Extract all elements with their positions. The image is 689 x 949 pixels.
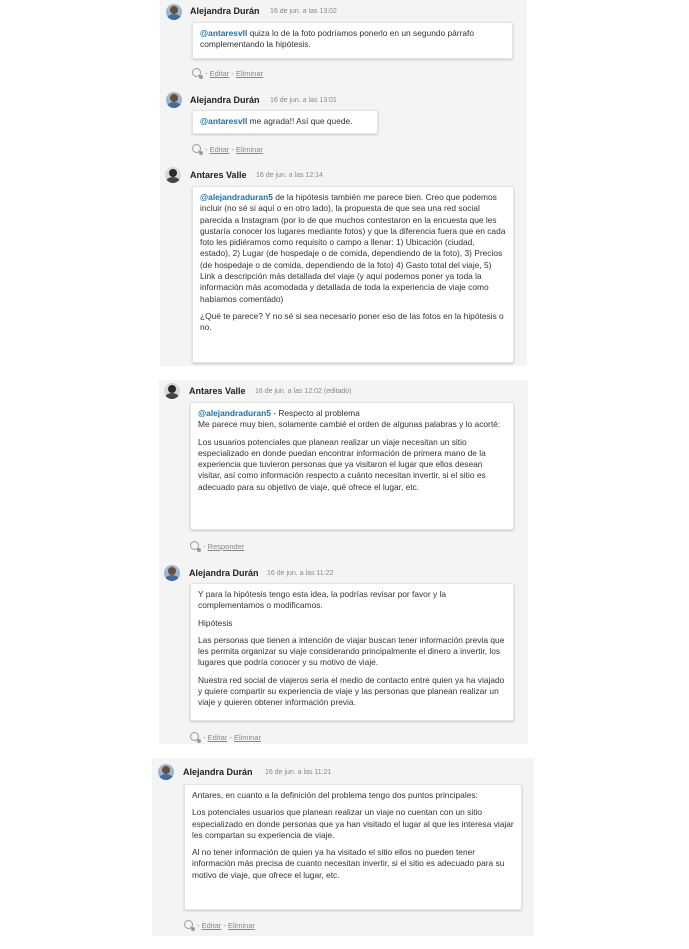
comment-paragraph: Hipótesis	[198, 617, 233, 628]
comment-timestamp[interactable]: 16 de jun. a las 13:01	[270, 97, 337, 104]
edit-link[interactable]: Editar	[208, 733, 228, 742]
comment-author[interactable]: Alejandra Durán	[190, 6, 260, 16]
comment-author[interactable]: Alejandra Durán	[183, 767, 253, 777]
avatar[interactable]	[158, 764, 174, 780]
comment-actions: - Editar - Eliminar	[184, 920, 255, 931]
comment-paragraph: Los usuarios potenciales que planean rea…	[198, 436, 486, 492]
separator: -	[229, 145, 236, 154]
user-mention[interactable]: @antaresvll	[200, 116, 247, 126]
comment-actions: - Editar - Eliminar	[192, 144, 263, 155]
add-reaction-icon[interactable]	[192, 144, 203, 155]
edit-link[interactable]: Editar	[210, 145, 230, 154]
separator: -	[203, 69, 210, 78]
comment-paragraph: Los potenciales usuarios que planean rea…	[192, 807, 514, 840]
comment-body: @alejandraduran5 - Respecto al problema …	[190, 402, 514, 530]
comment-actions: - Responder	[190, 541, 245, 552]
user-mention[interactable]: @alejandraduran5	[200, 192, 273, 202]
comment-text: de la hipótesis también me parece bien. …	[200, 192, 506, 304]
comment-paragraph: @antaresvll me agrada!! Así que quede.	[200, 116, 370, 127]
comment-body: @antaresvll quiza lo de la foto podríamo…	[192, 22, 513, 59]
avatar[interactable]	[165, 167, 181, 183]
separator: -	[227, 733, 234, 742]
add-reaction-icon[interactable]	[190, 541, 201, 552]
add-reaction-icon[interactable]	[192, 68, 203, 79]
comment-paragraph: Al no tener información de quien ya ha v…	[192, 847, 505, 880]
delete-link[interactable]: Eliminar	[228, 921, 255, 930]
add-reaction-icon[interactable]	[184, 920, 195, 931]
separator: -	[221, 921, 228, 930]
delete-link[interactable]: Eliminar	[236, 145, 263, 154]
delete-link[interactable]: Eliminar	[234, 733, 261, 742]
comment-paragraph: @antaresvll quiza lo de la foto podríamo…	[200, 28, 505, 51]
comment-paragraph: Nuestra red social de viajeros seria el …	[198, 674, 505, 708]
comment-body: Y para la hipótesis tengo esta idea, la …	[190, 583, 514, 721]
comment-author[interactable]: Alejandra Durán	[189, 568, 259, 578]
separator: -	[201, 733, 208, 742]
comment-body: @antaresvll me agrada!! Así que quede.	[192, 110, 378, 134]
separator: -	[201, 542, 208, 551]
avatar[interactable]	[164, 565, 180, 581]
separator: -	[203, 145, 210, 154]
comment-paragraph: @alejandraduran5 - Respecto al problema …	[198, 408, 506, 431]
comment-author[interactable]: Antares Valle	[190, 170, 247, 180]
comment-timestamp[interactable]: 16 de jun. a las 11:21	[265, 769, 331, 776]
comment-author[interactable]: Antares Valle	[189, 386, 246, 396]
comment-text: me agrada!! Así que quede.	[247, 116, 353, 126]
comment-paragraph: Antares, en cuanto a la definición del p…	[192, 790, 478, 800]
avatar[interactable]	[164, 383, 180, 399]
comment-paragraph: Y para la hipótesis tengo esta idea, la …	[198, 589, 446, 611]
reply-link[interactable]: Responder	[208, 542, 245, 551]
separator: -	[195, 921, 202, 930]
comment-paragraph: Las personas que tienen a intención de v…	[198, 634, 505, 668]
user-mention[interactable]: @alejandraduran5	[198, 408, 271, 418]
comment-timestamp[interactable]: 16 de jun. a las 13:02	[270, 8, 337, 15]
comment-paragraph: @alejandraduran5 de la hipótesis también…	[200, 192, 506, 305]
user-mention[interactable]: @antaresvll	[200, 28, 247, 38]
delete-link[interactable]: Eliminar	[236, 69, 263, 78]
add-reaction-icon[interactable]	[190, 732, 201, 743]
comment-actions: - Editar - Eliminar	[192, 68, 263, 79]
comment-actions: - Editar - Eliminar	[190, 732, 261, 743]
edit-link[interactable]: Editar	[210, 69, 230, 78]
avatar[interactable]	[166, 4, 182, 20]
comment-body: Antares, en cuanto a la definición del p…	[184, 784, 522, 910]
comment-author[interactable]: Alejandra Durán	[190, 95, 260, 105]
comment-timestamp[interactable]: 16 de jun. a las 11:22	[267, 570, 333, 577]
comment-paragraph: ¿Qué te parece? Y no sé si sea necesario…	[200, 310, 504, 333]
comment-timestamp[interactable]: 16 de jun. a las 12:14	[256, 172, 323, 179]
comment-body: @alejandraduran5 de la hipótesis también…	[192, 186, 514, 363]
separator: -	[229, 69, 236, 78]
edit-link[interactable]: Editar	[202, 921, 222, 930]
comment-timestamp[interactable]: 16 de jun. a las 12:02 (editado)	[255, 388, 352, 395]
avatar[interactable]	[166, 92, 182, 108]
